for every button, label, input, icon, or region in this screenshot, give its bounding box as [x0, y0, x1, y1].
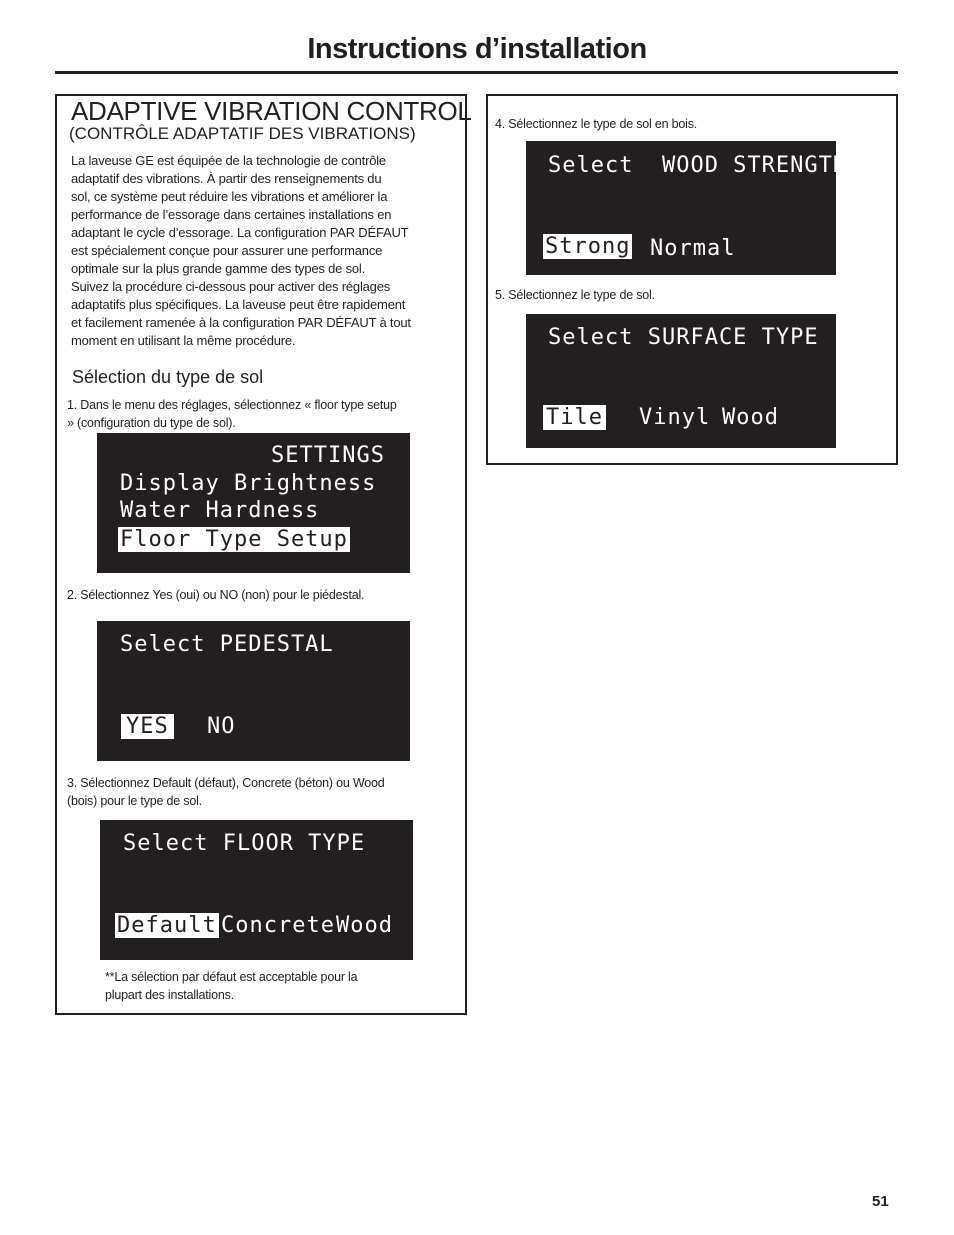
display-title: Select SURFACE TYPE [548, 325, 819, 350]
intro-line: et facilement ramenée à la configuration… [71, 315, 411, 330]
option-concrete: Concrete [221, 913, 335, 938]
intro-line: adaptatifs plus spécifiques. La laveuse … [71, 297, 406, 312]
step3-line: (bois) pour le type de sol. [67, 794, 202, 808]
floor-type-heading: Sélection du type de sol [72, 367, 264, 387]
floor-type-steps-panel: 4. Sélectionnez le type de sol en bois. … [486, 94, 898, 465]
note-line: plupart des installations. [105, 988, 234, 1002]
intro-line: est spécialement conçue pour assurer une… [71, 243, 383, 258]
step5-text: 5. Sélectionnez le type de sol. [495, 288, 655, 302]
step3-text: 3. Sélectionnez Default (défaut), Concre… [67, 774, 462, 810]
default-note: **La sélection par défaut est acceptable… [105, 968, 460, 1004]
intro-line: adaptatif des vibrations. À partir des r… [71, 171, 382, 186]
display-title: SETTINGS [271, 443, 385, 468]
menu-item-display-brightness: Display Brightness [120, 471, 377, 496]
intro-line: adaptant le cycle d’essorage. La configu… [71, 225, 409, 240]
step3-line: 3. Sélectionnez Default (défaut), Concre… [67, 776, 385, 790]
display-title: Select WOOD STRENGTH [548, 153, 847, 179]
step1-line: 1. Dans le menu des réglages, sélectionn… [67, 398, 397, 412]
option-strong-selected: Strong [543, 234, 633, 259]
settings-display: SETTINGS Display Brightness Water Hardne… [97, 433, 410, 573]
step4-text: 4. Sélectionnez le type de sol en bois. [495, 117, 698, 131]
page-number: 51 [872, 1193, 889, 1210]
adaptive-vibration-control-panel: ADAPTIVE VIBRATION CONTROL (CONTRÔLE ADA… [55, 94, 472, 1015]
option-wood: Wood [336, 913, 393, 938]
option-normal: Normal [650, 236, 736, 261]
section-subheading: (CONTRÔLE ADAPTATIF DES VIBRATIONS) [69, 124, 416, 143]
option-no: NO [207, 714, 236, 739]
intro-line: Suivez la procédure ci-dessous pour acti… [71, 279, 391, 294]
intro-paragraph: La laveuse GE est équipée de la technolo… [71, 152, 456, 350]
option-wood: Wood [722, 405, 779, 430]
step2-text: 2. Sélectionnez Yes (oui) ou NO (non) po… [67, 588, 365, 602]
step1-text: 1. Dans le menu des réglages, sélectionn… [67, 396, 462, 432]
page-title: Instructions d’installation [307, 33, 647, 65]
note-line: **La sélection par défaut est acceptable… [105, 970, 358, 984]
floor-type-display: Select FLOOR TYPE Default Concrete Wood [100, 820, 413, 960]
display-title: Select FLOOR TYPE [123, 831, 366, 856]
display-title: Select PEDESTAL [120, 632, 334, 657]
option-tile-selected: Tile [543, 405, 606, 430]
display-title-text: Select WOOD STRENGTH [548, 153, 848, 178]
step1-line: » (configuration du type de sol). [67, 416, 236, 430]
option-yes-selected: YES [121, 714, 174, 739]
option-default-selected: Default [115, 913, 219, 938]
title-divider [55, 71, 898, 74]
surface-type-display: Select SURFACE TYPE Tile Vinyl Wood [526, 314, 836, 448]
option-vinyl: Vinyl [639, 405, 711, 430]
intro-line: La laveuse GE est équipée de la technolo… [71, 153, 386, 168]
pedestal-display: Select PEDESTAL YES NO [97, 621, 410, 761]
intro-line: sol, ce système peut réduire les vibrati… [71, 189, 388, 204]
intro-line: performance de l’essorage dans certaines… [71, 207, 392, 222]
wood-strength-display: Select WOOD STRENGTH Strong Normal [526, 141, 846, 275]
intro-line: moment en utilisant la même procédure. [71, 333, 296, 348]
section-heading: ADAPTIVE VIBRATION CONTROL [71, 96, 472, 126]
menu-item-floor-type-setup-selected: Floor Type Setup [118, 527, 350, 552]
intro-line: optimale sur la plus grande gamme des ty… [71, 261, 366, 276]
menu-item-water-hardness: Water Hardness [120, 498, 320, 523]
